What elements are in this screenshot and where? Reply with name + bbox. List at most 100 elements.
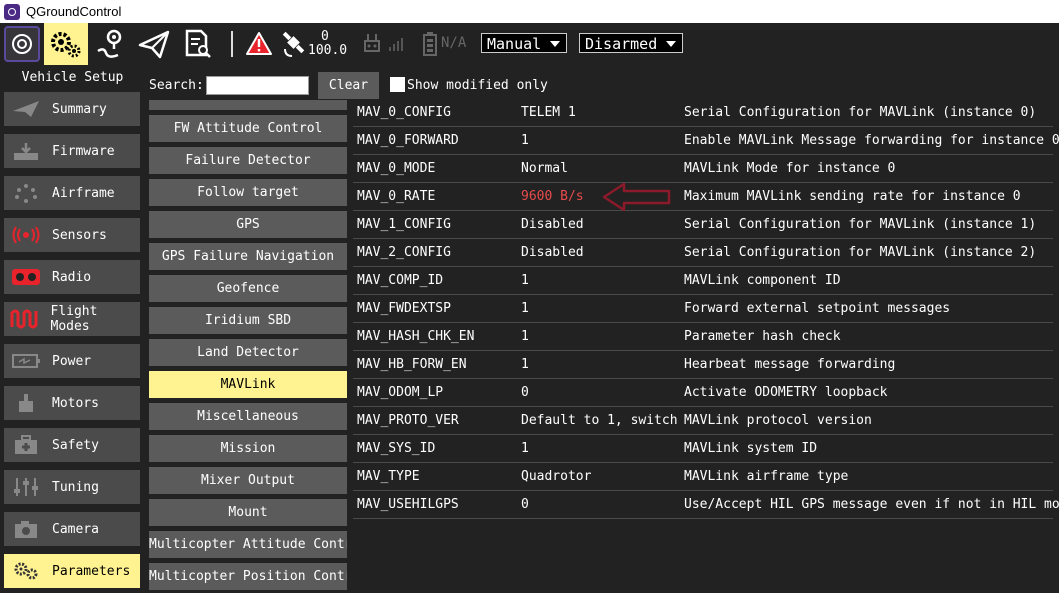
setup-item-sensors[interactable]: Sensors: [4, 218, 140, 252]
table-row[interactable]: MAV_FWDEXTSP 1 Forward external setpoint…: [353, 295, 1053, 323]
setup-item-motors[interactable]: Motors: [4, 386, 140, 420]
group-multicopter-attitude-control[interactable]: Multicopter Attitude Control: [149, 531, 347, 558]
battery-icon: [423, 32, 437, 56]
setup-item-label: Motors: [52, 395, 99, 411]
show-modified-checkbox[interactable]: [390, 77, 405, 92]
tuning-icon: [10, 477, 42, 497]
param-value: 0: [521, 385, 529, 400]
setup-item-safety[interactable]: Safety: [4, 428, 140, 462]
group-geofence[interactable]: Geofence: [149, 275, 347, 302]
firmware-icon: [10, 141, 42, 161]
group-land-detector[interactable]: Land Detector: [149, 339, 347, 366]
setup-item-firmware[interactable]: Firmware: [4, 134, 140, 168]
table-row[interactable]: MAV_ODOM_LP 0 Activate ODOMETRY loopback: [353, 379, 1053, 407]
table-row[interactable]: MAV_1_CONFIG Disabled Serial Configurati…: [353, 211, 1053, 239]
setup-item-flight-modes[interactable]: Flight Modes: [4, 302, 140, 336]
group-multicopter-position-control[interactable]: Multicopter Position Control: [149, 563, 347, 590]
setup-panel-title: Vehicle Setup: [21, 70, 124, 85]
setup-item-airframe[interactable]: Airframe: [4, 176, 140, 210]
group-mixer-output[interactable]: Mixer Output: [149, 467, 347, 494]
search-input[interactable]: [206, 76, 309, 95]
parameters-icon: [10, 561, 42, 581]
param-value: 0: [521, 497, 529, 512]
group-fw-attitude-control[interactable]: FW Attitude Control: [149, 115, 347, 142]
param-name: MAV_FWDEXTSP: [357, 301, 451, 316]
setup-item-label: Camera: [52, 521, 99, 537]
param-name: MAV_ODOM_LP: [357, 385, 444, 400]
analyze-view-button[interactable]: [180, 23, 216, 65]
setup-item-label: Tuning: [52, 479, 99, 495]
param-name: MAV_HASH_CHK_EN: [357, 329, 475, 344]
table-row[interactable]: MAV_0_MODE Normal MAVLink Mode for insta…: [353, 155, 1053, 183]
setup-item-summary[interactable]: Summary: [4, 92, 140, 126]
table-row[interactable]: MAV_HASH_CHK_EN 1 Parameter hash check: [353, 323, 1053, 351]
param-description: Parameter hash check: [684, 329, 841, 344]
param-name: MAV_USEHILGPS: [357, 497, 459, 512]
group-follow-target[interactable]: Follow target: [149, 179, 347, 206]
group-mavlink[interactable]: MAVLink: [149, 371, 347, 398]
setup-item-label: Flight Modes: [50, 304, 98, 334]
messages-indicator[interactable]: [244, 23, 274, 65]
plane-icon: [10, 99, 42, 119]
battery-indicator[interactable]: N/A: [422, 23, 472, 65]
table-row[interactable]: MAV_0_CONFIG TELEM 1 Serial Configuratio…: [353, 99, 1053, 127]
param-description: MAVLink component ID: [684, 273, 841, 288]
fly-view-button[interactable]: [134, 23, 174, 65]
setup-item-radio[interactable]: Radio: [4, 260, 140, 294]
param-name: MAV_COMP_ID: [357, 273, 444, 288]
group-mount[interactable]: Mount: [149, 499, 347, 526]
param-name: MAV_2_CONFIG: [357, 245, 451, 260]
table-row[interactable]: MAV_PROTO_VER Default to 1, switch to MA…: [353, 407, 1053, 435]
rc-rssi-indicator[interactable]: [362, 23, 406, 65]
table-row[interactable]: MAV_HB_FORW_EN 1 Hearbeat message forwar…: [353, 351, 1053, 379]
table-row[interactable]: MAV_SYS_ID 1 MAVLink system ID: [353, 435, 1053, 463]
vehicle-setup-button[interactable]: [44, 23, 88, 65]
param-description: MAVLink Mode for instance 0: [684, 161, 896, 176]
group-mission[interactable]: Mission: [149, 435, 347, 462]
param-name: MAV_SYS_ID: [357, 441, 436, 456]
param-name: MAV_PROTO_VER: [357, 413, 459, 428]
qgc-menu-button[interactable]: [4, 26, 40, 62]
table-row[interactable]: MAV_2_CONFIG Disabled Serial Configurati…: [353, 239, 1053, 267]
table-row[interactable]: MAV_0_RATE 9600 B/s Maximum MAVLink send…: [353, 183, 1053, 211]
gps-hdop: 100.0: [308, 43, 348, 58]
setup-item-power[interactable]: Power: [4, 344, 140, 378]
group-miscellaneous[interactable]: Miscellaneous: [149, 403, 347, 430]
setup-item-label: Safety: [52, 437, 99, 453]
group-gps[interactable]: GPS: [149, 211, 347, 238]
group-iridium-sbd[interactable]: Iridium SBD: [149, 307, 347, 334]
param-value: 1: [521, 133, 529, 148]
gps-icon: [282, 31, 305, 57]
parameter-groups-list: Events FW Attitude Control Failure Detec…: [147, 100, 350, 593]
battery-text: N/A: [441, 35, 467, 51]
table-row[interactable]: MAV_COMP_ID 1 MAVLink component ID: [353, 267, 1053, 295]
param-description: Use/Accept HIL GPS message even if not i…: [684, 497, 1059, 512]
param-value: Normal: [521, 161, 568, 176]
group-failure-detector[interactable]: Failure Detector: [149, 147, 347, 174]
param-value: 1: [521, 357, 529, 372]
group-events[interactable]: Events: [149, 100, 347, 110]
param-name: MAV_1_CONFIG: [357, 217, 451, 232]
clear-button[interactable]: Clear: [318, 72, 379, 99]
param-description: MAVLink protocol version: [684, 413, 872, 428]
arm-state-dropdown[interactable]: Disarmed: [579, 33, 683, 53]
param-value: 1: [521, 441, 529, 456]
param-value: TELEM 1: [521, 105, 576, 120]
param-name: MAV_HB_FORW_EN: [357, 357, 467, 372]
table-row[interactable]: MAV_0_FORWARD 1 Enable MAVLink Message f…: [353, 127, 1059, 155]
flight-mode-dropdown[interactable]: Manual: [481, 33, 567, 53]
setup-item-tuning[interactable]: Tuning: [4, 470, 140, 504]
toolbar-divider: [231, 31, 233, 57]
safety-icon: [10, 435, 42, 455]
setup-item-label: Radio: [52, 269, 92, 285]
param-description: MAVLink system ID: [684, 441, 818, 456]
setup-item-parameters[interactable]: Parameters: [4, 554, 140, 588]
table-row[interactable]: MAV_TYPE Quadrotor MAVLink airframe type: [353, 463, 1053, 491]
plan-view-button[interactable]: [92, 23, 128, 65]
setup-item-camera[interactable]: Camera: [4, 512, 140, 546]
group-gps-failure-navigation[interactable]: GPS Failure Navigation: [149, 243, 347, 270]
main-toolbar: 0 100.0 N/A Manual Disarmed: [0, 23, 1059, 65]
gps-indicator[interactable]: 0 100.0: [280, 23, 348, 65]
param-description: Serial Configuration for MAVLink (instan…: [684, 105, 1037, 120]
table-row[interactable]: MAV_USEHILGPS 0 Use/Accept HIL GPS messa…: [353, 491, 1059, 519]
